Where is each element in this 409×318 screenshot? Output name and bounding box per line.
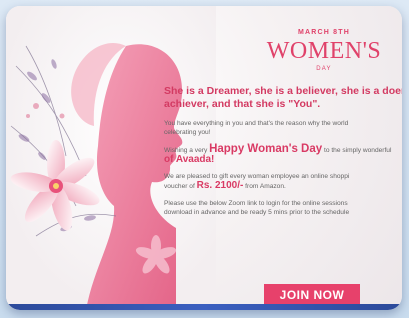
quote-line-1: She is a Dreamer, she is a believer, she… xyxy=(164,85,402,97)
voucher-suffix: from Amazon. xyxy=(243,183,286,190)
event-date: MARCH 8TH xyxy=(297,29,351,36)
event-title: WOMEN'S xyxy=(266,38,382,64)
join-now-button[interactable]: JOIN NOW xyxy=(264,284,360,306)
event-title-day: DAY xyxy=(316,66,332,72)
wishes-suffix: to the simply wonderful xyxy=(322,147,392,154)
voucher-paragraph: We are pleased to gift every woman emplo… xyxy=(164,172,402,191)
wishes-prefix: Wishing a very xyxy=(164,147,210,154)
zoom-line-1: Please use the below Zoom link to login … xyxy=(164,200,348,207)
zoom-line-2: download in advance and be ready 5 mins … xyxy=(164,209,350,216)
company-name: of Avaada! xyxy=(164,154,215,165)
message-body: She is a Dreamer, she is a believer, she… xyxy=(164,85,402,217)
quote-text: She is a Dreamer, she is a believer, she… xyxy=(164,85,402,111)
celebration-line-2: celebrating you! xyxy=(164,129,211,136)
quote-line-2: achiever, and that she is "You". xyxy=(164,98,321,110)
banner-background: MARCH 8TH WOMEN'S DAY She is a Dreamer, … xyxy=(0,0,409,318)
celebration-line-1: You have everything in you and that's th… xyxy=(164,120,349,127)
womens-day-card: MARCH 8TH WOMEN'S DAY She is a Dreamer, … xyxy=(6,6,402,310)
card-bottom-border xyxy=(6,304,402,310)
zoom-instructions: Please use the below Zoom link to login … xyxy=(164,199,402,217)
voucher-prefix: voucher of xyxy=(164,183,197,190)
voucher-amount: Rs. 2100/- xyxy=(196,180,244,191)
wishes-paragraph: Wishing a very Happy Woman's Day to the … xyxy=(164,143,402,165)
celebration-paragraph: You have everything in you and that's th… xyxy=(164,119,402,137)
wishes-highlight: Happy Woman's Day xyxy=(209,143,323,155)
